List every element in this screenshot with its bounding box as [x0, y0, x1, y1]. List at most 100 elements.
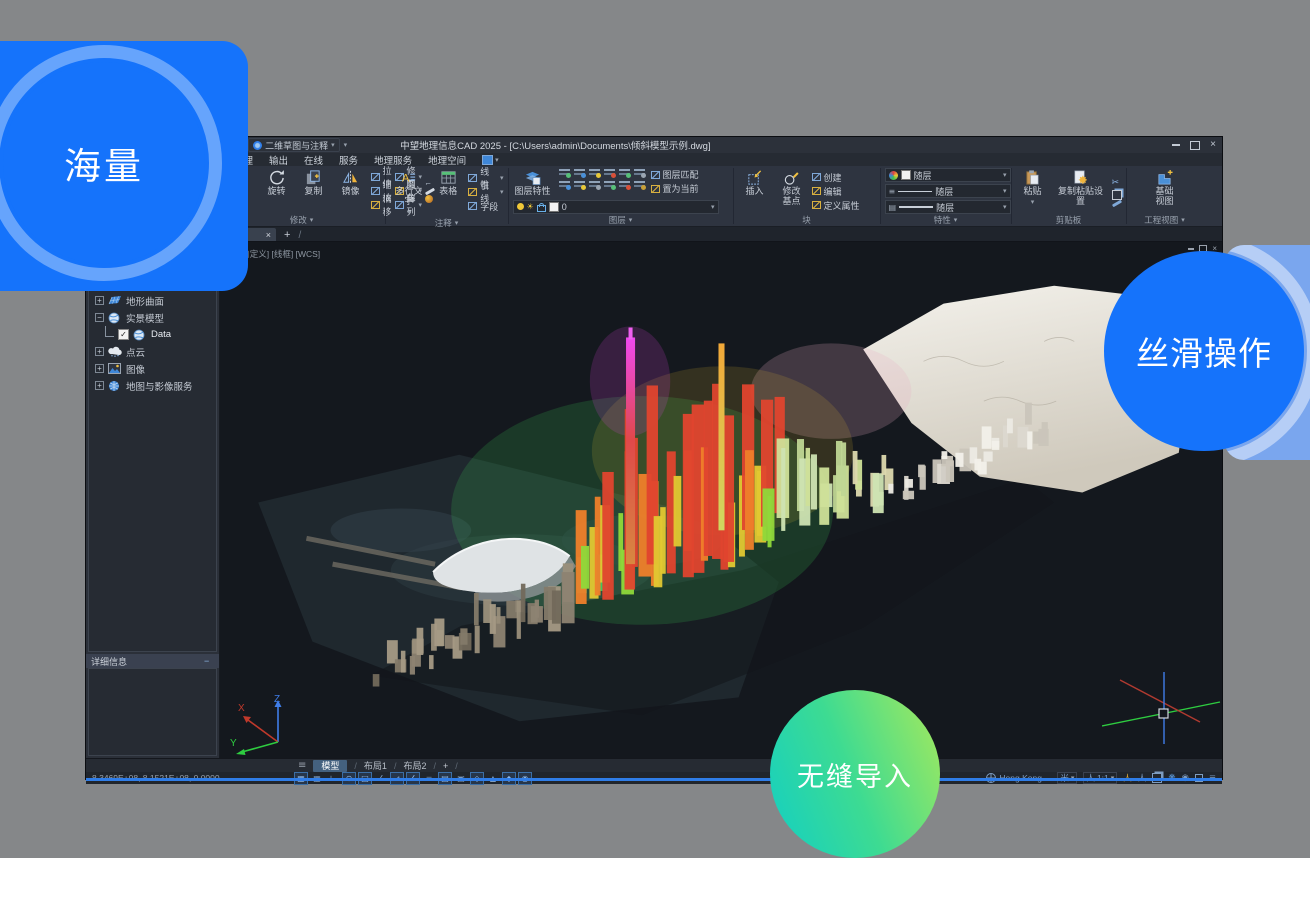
lineweight-icon[interactable]: ≡	[422, 772, 436, 785]
tab-output[interactable]: 输出	[269, 153, 288, 167]
layer-delete-icon[interactable]	[619, 180, 630, 189]
color-combo[interactable]: 随层 ▾	[885, 168, 1011, 182]
copy-button[interactable]: 复制	[297, 168, 331, 214]
isolate-icon[interactable]: ◉	[518, 772, 532, 785]
base-view-button[interactable]: 基础 视图	[1148, 168, 1182, 214]
close-icon[interactable]: ×	[1210, 140, 1216, 150]
rotate-button[interactable]: 旋转	[260, 168, 294, 214]
workspace-combo[interactable]: 二维草图与注释 ▾	[248, 138, 340, 152]
expand-icon[interactable]: +	[95, 296, 104, 305]
block-create-button[interactable]: 创建	[812, 171, 860, 184]
clean-screen-icon[interactable]	[1195, 774, 1203, 782]
collapse-icon[interactable]: −	[95, 313, 104, 322]
tree-item-reality-model[interactable]: − 实景模型	[89, 309, 216, 326]
dynamic-input-icon[interactable]: ∠	[406, 772, 420, 785]
selection-cycling-icon[interactable]: ◇	[470, 772, 484, 785]
layer-unisolate-icon[interactable]	[634, 168, 645, 177]
drawing-viewport[interactable]: [-] [自定义] [线框] [WCS] ×	[220, 242, 1222, 758]
toolbar-collapse-icon[interactable]: ▾	[344, 141, 348, 149]
isolate-objects-icon[interactable]: ◉	[1181, 773, 1188, 783]
unit-selector[interactable]: 米 ▾	[1057, 772, 1077, 784]
grid-icon[interactable]: ▦	[294, 772, 308, 785]
linetype-combo[interactable]: ≡ 随层 ▾	[885, 184, 1011, 198]
expand-icon[interactable]: +	[95, 347, 104, 356]
panel-caption-block[interactable]: 块	[734, 214, 880, 226]
tab-services[interactable]: 服务	[339, 153, 358, 167]
mtext-button[interactable]: A 多行文字 ▾	[390, 168, 429, 217]
osnap-icon[interactable]: □	[358, 772, 372, 785]
copy-clip-icon[interactable]	[1112, 190, 1122, 200]
otrack-icon[interactable]: ∠	[374, 772, 388, 785]
tab-model[interactable]: 模型	[313, 760, 347, 772]
layer-off-icon[interactable]	[604, 168, 615, 177]
field-button[interactable]: 字段	[468, 200, 503, 213]
panel-caption-clipboard[interactable]: 剪贴板	[1012, 214, 1126, 226]
add-layout-button[interactable]: +	[443, 761, 448, 771]
layer-unlock-icon[interactable]	[574, 180, 585, 189]
ribbon-toggle[interactable]: ▾	[482, 155, 499, 165]
drawing-minimize-icon[interactable]	[1188, 248, 1194, 250]
collapse-panel-icon[interactable]: −	[204, 656, 214, 666]
tab-close-icon[interactable]: ×	[266, 230, 271, 240]
cut-icon[interactable]: ✂	[1112, 178, 1122, 188]
layer-lock-icon[interactable]	[589, 168, 600, 177]
match-properties-icon[interactable]	[1111, 199, 1121, 207]
dynamic-ucs-icon[interactable]: ⊿	[390, 772, 404, 785]
layer-merge-icon[interactable]	[589, 180, 600, 189]
checkbox-checked-icon[interactable]: ✓	[118, 329, 129, 340]
minimize-icon[interactable]	[1172, 144, 1180, 146]
tree-item-map-service[interactable]: + 地图与影像服务	[89, 377, 216, 394]
tab-geo-space[interactable]: 地理空间	[428, 153, 466, 167]
annotation-icon[interactable]: ▲	[486, 772, 500, 785]
table-button[interactable]: 表格	[431, 168, 465, 217]
make-current-button[interactable]: 置为当前	[651, 182, 699, 195]
ortho-icon[interactable]: ∟	[326, 772, 340, 785]
rotate-icon	[268, 169, 285, 186]
layer-freeze-icon[interactable]	[574, 168, 585, 177]
crs-selector[interactable]: Hong Kong ...	[986, 773, 1051, 783]
annotation-scale-selector[interactable]: 人 1:1 ▾	[1083, 772, 1117, 784]
expand-icon[interactable]: +	[95, 381, 104, 390]
customization-menu-icon[interactable]: ≡	[1209, 773, 1216, 783]
layer-restore-icon[interactable]	[604, 180, 615, 189]
annotation-visibility-icon[interactable]: 人	[1123, 772, 1132, 784]
quick-properties-icon[interactable]: ▣	[454, 772, 468, 785]
settings-gear-icon[interactable]: ❋	[1168, 773, 1175, 783]
layer-match-button[interactable]: 图层匹配	[651, 168, 699, 181]
panel-caption-views[interactable]: 工程视图▾	[1127, 214, 1203, 226]
tree-item-image[interactable]: + 图像	[89, 360, 216, 377]
lineweight-combo[interactable]: ▤ 随层 ▾	[885, 200, 1011, 214]
transparency-icon[interactable]: ▤	[438, 772, 452, 785]
mirror-button[interactable]: 镜像	[334, 168, 368, 214]
layout-menu-icon[interactable]: ≡	[298, 760, 306, 771]
layer-properties-button[interactable]: 图层特性	[513, 168, 553, 198]
edit-base-point-button[interactable]: 修改 基点	[775, 168, 809, 214]
insert-block-button[interactable]: 插入	[738, 168, 772, 214]
define-attributes-button[interactable]: 定义属性	[812, 199, 860, 212]
tree-item-terrain[interactable]: + 地形曲面	[89, 292, 216, 309]
new-tab-button[interactable]: +	[284, 229, 290, 241]
panel-caption-layer[interactable]: 图层▾	[509, 214, 733, 226]
expand-icon[interactable]: +	[95, 364, 104, 373]
auto-scale-icon[interactable]: 人	[1138, 772, 1147, 784]
tree-item-point-cloud[interactable]: + 点云	[89, 343, 216, 360]
tree-item-data[interactable]: ✓ Data	[89, 326, 216, 343]
tab-online[interactable]: 在线	[304, 153, 323, 167]
paste-settings-button[interactable]: 复制粘贴设置	[1053, 168, 1109, 214]
panel-caption-properties[interactable]: 特性▾	[881, 214, 1011, 226]
switch-window-icon[interactable]	[1152, 773, 1162, 783]
paste-button[interactable]: 粘贴 ▾	[1016, 168, 1050, 214]
block-edit-button[interactable]: 编辑	[812, 185, 860, 198]
layer-thaw-icon[interactable]	[559, 180, 570, 189]
snap-icon[interactable]: ▦	[310, 772, 324, 785]
tab-layout1[interactable]: 布局1	[364, 759, 387, 772]
layer-walk-icon[interactable]	[634, 180, 645, 189]
layer-combo[interactable]: ☀ 0 ▾	[513, 200, 719, 214]
layer-isolate-icon[interactable]	[619, 168, 630, 177]
layer-on-icon[interactable]	[559, 168, 570, 177]
polar-icon[interactable]: ⊙	[342, 772, 356, 785]
leader-button[interactable]: 引线▾	[468, 186, 503, 199]
workspace-icon[interactable]: ◆	[502, 772, 516, 785]
tab-layout2[interactable]: 布局2	[403, 759, 426, 772]
maximize-icon[interactable]	[1190, 141, 1200, 150]
